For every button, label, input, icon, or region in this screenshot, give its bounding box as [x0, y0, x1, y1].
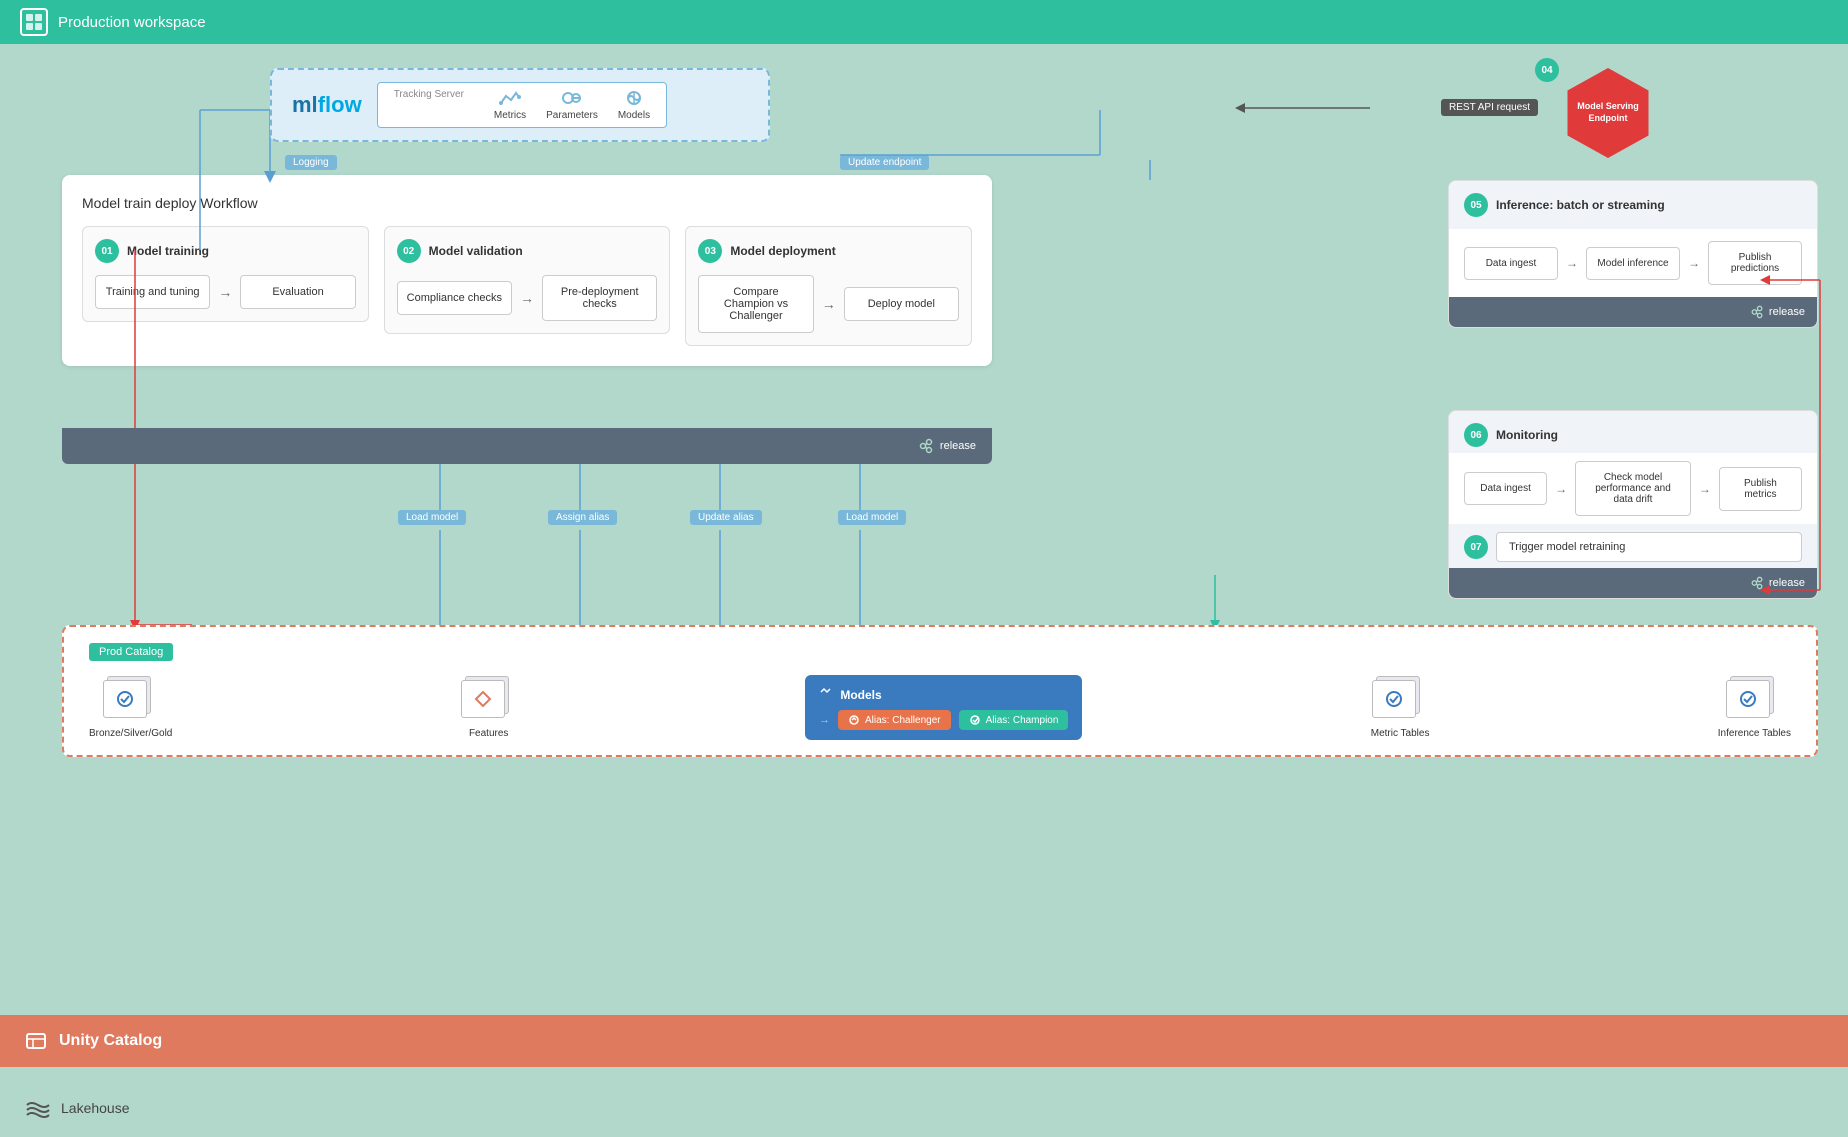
parameters-item: Parameters	[546, 89, 598, 121]
evaluation-box: Evaluation	[240, 275, 355, 309]
pre-deployment-box: Pre-deployment checks	[542, 275, 657, 321]
metrics-item: Metrics	[494, 89, 526, 121]
inference-panel: 05 Inference: batch or streaming Data in…	[1448, 180, 1818, 328]
models-catalog-box: Models → Alias: Challenger Alias: Champi…	[805, 675, 1082, 740]
page-title: Production workspace	[58, 14, 206, 31]
step-02-num: 02	[397, 239, 421, 263]
load-model-badge-2: Load model	[838, 510, 906, 525]
rest-api-badge: REST API request	[1441, 99, 1538, 116]
arrow-2: →	[520, 290, 534, 306]
inference-arrow-2: →	[1688, 256, 1700, 270]
step-03-title: Model deployment	[730, 244, 835, 258]
arrow-1: →	[218, 284, 232, 300]
release-icon-1	[918, 438, 934, 454]
inference-release-icon	[1750, 305, 1764, 319]
endpoint-area: 04 Model Serving Endpoint	[1563, 68, 1653, 158]
step-06-num: 06	[1464, 423, 1488, 447]
training-tuning-box: Training and tuning	[95, 275, 210, 309]
deploy-model-box: Deploy model	[844, 287, 959, 321]
update-endpoint-badge: Update endpoint	[840, 155, 929, 170]
unity-catalog-bar: Unity Catalog	[0, 1015, 1848, 1067]
monitoring-panel: 06 Monitoring Data ingest → Check model …	[1448, 410, 1818, 599]
bronze-silver-gold-item: Bronze/Silver/Gold	[89, 676, 172, 739]
monitoring-release-text: release	[1769, 577, 1805, 589]
compliance-checks-box: Compliance checks	[397, 281, 512, 315]
load-model-badge-1: Load model	[398, 510, 466, 525]
mlflow-box: mlflow Tracking Server Metrics Parameter…	[270, 68, 770, 142]
inference-arrow-1: →	[1566, 256, 1578, 270]
workflow-release-text: release	[940, 440, 976, 452]
lakehouse-area: Lakehouse	[25, 1097, 130, 1119]
step-01-num: 01	[95, 239, 119, 263]
top-header: Production workspace	[0, 0, 1848, 44]
assign-alias-badge: Assign alias	[548, 510, 617, 525]
prod-catalog-box: Prod Catalog Bronze/Silver/Gold Features	[62, 625, 1818, 757]
compare-box: Compare Champion vs Challenger	[698, 275, 813, 333]
monitoring-arrow-1: →	[1555, 482, 1567, 496]
trigger-retraining-box: Trigger model retraining	[1496, 532, 1802, 562]
inference-tables-item: Inference Tables	[1718, 676, 1791, 739]
step-02-title: Model validation	[429, 244, 523, 258]
monitoring-title: Monitoring	[1496, 428, 1558, 442]
lakehouse-icon	[25, 1097, 51, 1119]
step-07-num: 07	[1464, 535, 1488, 559]
step-03-section: 03 Model deployment Compare Champion vs …	[685, 226, 972, 346]
inference-model-inference: Model inference	[1586, 247, 1680, 280]
step-01-title: Model training	[127, 244, 209, 258]
unity-catalog-title: Unity Catalog	[59, 1032, 162, 1050]
monitoring-publish-metrics: Publish metrics	[1719, 467, 1802, 511]
monitoring-release-icon	[1750, 576, 1764, 590]
inference-publish-predictions: Publish predictions	[1708, 241, 1802, 285]
metric-tables-item: Metric Tables	[1371, 676, 1430, 739]
unity-catalog-icon	[25, 1030, 47, 1052]
lakehouse-title: Lakehouse	[61, 1100, 130, 1116]
step-05-num: 05	[1464, 193, 1488, 217]
workflow-title: Model train deploy Workflow	[82, 195, 972, 211]
prod-catalog-label: Prod Catalog	[89, 643, 173, 661]
monitoring-arrow-2: →	[1699, 482, 1711, 496]
monitoring-check-drift: Check model performance and data drift	[1575, 461, 1691, 516]
workflow-box: Model train deploy Workflow 01 Model tra…	[62, 175, 992, 366]
workflow-release-bar: release	[62, 428, 992, 464]
inference-release-text: release	[1769, 306, 1805, 318]
models-tracking-item: Models	[618, 89, 650, 121]
arrow-3: →	[822, 296, 836, 312]
model-serving-endpoint: Model Serving Endpoint	[1563, 68, 1653, 158]
features-item: Features	[461, 676, 517, 739]
step-01-section: 01 Model training Training and tuning → …	[82, 226, 369, 322]
step-02-section: 02 Model validation Compliance checks → …	[384, 226, 671, 334]
step-04-num: 04	[1535, 58, 1559, 82]
inference-title: Inference: batch or streaming	[1496, 198, 1665, 212]
logging-badge: Logging	[285, 155, 337, 170]
monitoring-data-ingest: Data ingest	[1464, 472, 1547, 505]
update-alias-badge: Update alias	[690, 510, 762, 525]
mlflow-logo: mlflow	[292, 92, 362, 118]
inference-data-ingest: Data ingest	[1464, 247, 1558, 280]
step-03-num: 03	[698, 239, 722, 263]
app-icon	[20, 8, 48, 36]
